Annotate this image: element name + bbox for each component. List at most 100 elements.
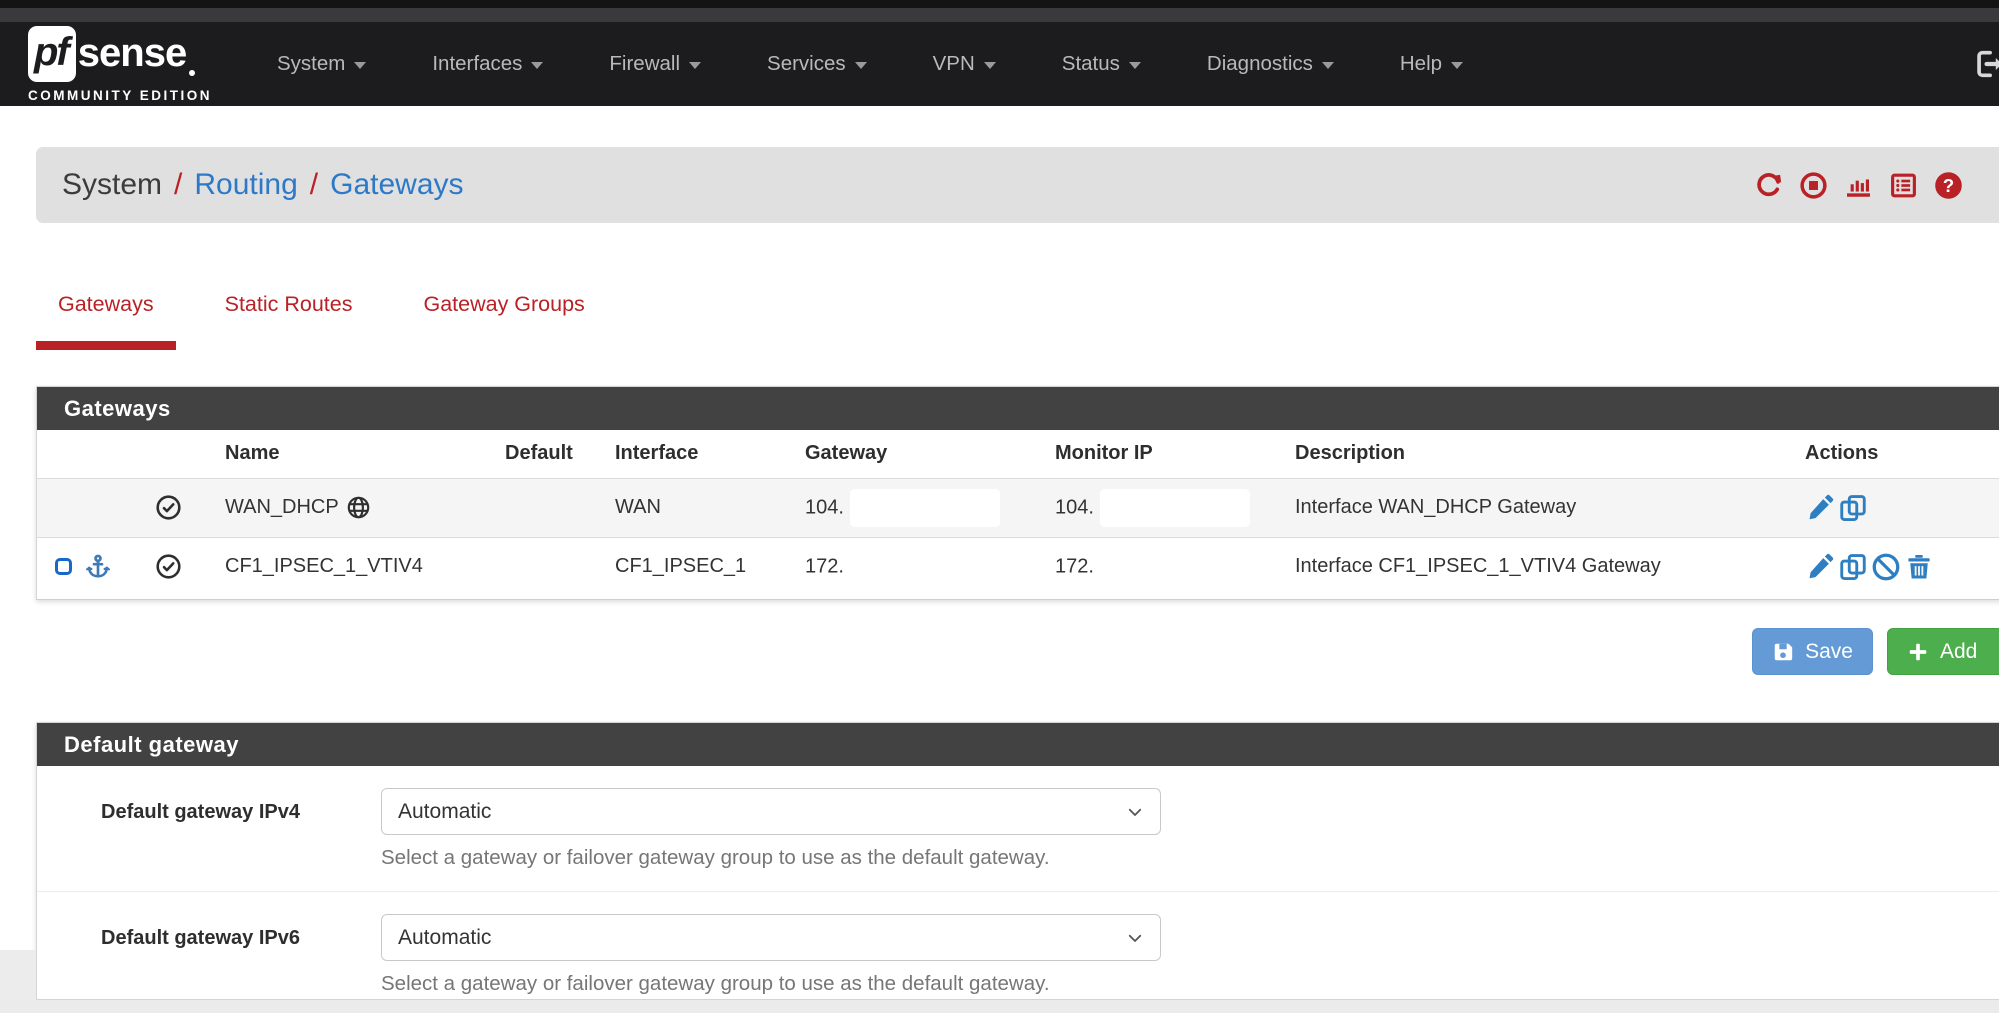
nav-item-diagnostics[interactable]: Diagnostics — [1174, 52, 1367, 76]
default-gateway-ipv4-help: Select a gateway or failover gateway gro… — [381, 846, 1161, 870]
gateway-ip: 172. — [805, 555, 844, 577]
check-circle-icon — [155, 494, 209, 521]
default-cell — [497, 478, 607, 537]
table-actions-row: Save Add — [1752, 628, 1999, 675]
tab-gateways[interactable]: Gateways — [36, 283, 176, 350]
monitor-ip: 172. — [1055, 555, 1094, 577]
square-outline-icon[interactable] — [55, 558, 72, 575]
nav-item-status[interactable]: Status — [1029, 52, 1174, 76]
chevron-down-icon — [1126, 929, 1144, 947]
nav-item-services[interactable]: Services — [734, 52, 900, 76]
redaction-box — [850, 548, 1000, 586]
redaction-box — [1100, 548, 1250, 586]
save-button[interactable]: Save — [1752, 628, 1873, 675]
default-gateway-ipv6-select[interactable]: Automatic — [381, 914, 1161, 961]
nav-item-firewall[interactable]: Firewall — [576, 52, 734, 76]
save-label: Save — [1805, 640, 1853, 664]
default-gateway-ipv6-label: Default gateway IPv6 — [101, 914, 381, 996]
default-gateway-panel-title: Default gateway — [37, 723, 1999, 766]
tab-gateway-groups[interactable]: Gateway Groups — [401, 283, 606, 350]
routing-tabs: Gateways Static Routes Gateway Groups — [36, 283, 634, 350]
pfsense-logo[interactable]: pf sense COMMUNITY EDITION — [28, 26, 224, 103]
nav-label: Firewall — [609, 52, 680, 76]
page-bottom-strip — [0, 1000, 1999, 1013]
stop-circle-icon[interactable] — [1799, 171, 1828, 200]
logo-edition: COMMUNITY EDITION — [28, 88, 224, 103]
nav-item-interfaces[interactable]: Interfaces — [399, 52, 576, 76]
name-cell: WAN_DHCP — [217, 478, 497, 537]
trash-icon[interactable] — [1904, 552, 1934, 582]
default-cell — [497, 537, 607, 596]
window-top-edge — [0, 0, 1999, 8]
gateway-cell: 172. — [797, 537, 1047, 596]
svg-text:?: ? — [1943, 175, 1954, 196]
col-description: Description — [1287, 430, 1797, 478]
copy-icon[interactable] — [1838, 493, 1868, 523]
add-button[interactable]: Add — [1887, 628, 1999, 675]
breadcrumb-separator: / — [174, 168, 182, 202]
col-gateway: Gateway — [797, 430, 1047, 478]
monitor-cell: 172. — [1047, 537, 1287, 596]
logo-sense: sense — [78, 31, 186, 76]
description-cell: Interface CF1_IPSEC_1_VTIV4 Gateway — [1287, 537, 1797, 596]
caret-down-icon — [855, 62, 867, 69]
redaction-box — [850, 489, 1000, 527]
edit-icon[interactable] — [1805, 493, 1835, 523]
col-row-icons — [37, 430, 147, 478]
monitor-ip: 104. — [1055, 496, 1094, 518]
caret-down-icon — [689, 62, 701, 69]
caret-down-icon — [354, 62, 366, 69]
plus-icon — [1907, 641, 1929, 663]
breadcrumb: System / Routing / Gateways — [62, 168, 464, 202]
ban-icon[interactable] — [1871, 552, 1901, 582]
nav-item-system[interactable]: System — [244, 52, 399, 76]
save-icon — [1772, 641, 1794, 663]
breadcrumb-separator: / — [310, 168, 318, 202]
interface-cell: CF1_IPSEC_1 — [607, 537, 797, 596]
status-cell — [147, 537, 217, 596]
nav-label: System — [277, 52, 345, 76]
row-icons-cell — [37, 478, 147, 537]
default-gateway-ipv4-label: Default gateway IPv4 — [101, 788, 381, 870]
breadcrumb-routing-link[interactable]: Routing — [194, 168, 297, 202]
add-label: Add — [1940, 640, 1977, 664]
table-header-row: Name Default Interface Gateway Monitor I… — [37, 430, 1999, 478]
edit-icon[interactable] — [1805, 552, 1835, 582]
table-row: WAN_DHCP WAN — [37, 478, 1999, 537]
col-status — [147, 430, 217, 478]
nav-label: Help — [1400, 52, 1442, 76]
selected-value: Automatic — [398, 926, 491, 950]
nav-item-vpn[interactable]: VPN — [900, 52, 1029, 76]
status-cell — [147, 478, 217, 537]
logo-pf: pf — [28, 26, 76, 82]
refresh-icon[interactable] — [1754, 171, 1783, 200]
form-group-ipv4: Default gateway IPv4 Automatic Select a … — [37, 766, 1999, 870]
caret-down-icon — [531, 62, 543, 69]
log-icon[interactable] — [1889, 171, 1918, 200]
interface-cell: WAN — [607, 478, 797, 537]
nav-label: VPN — [933, 52, 975, 76]
default-gateway-form: Default gateway IPv4 Automatic Select a … — [37, 766, 1999, 996]
tab-static-routes[interactable]: Static Routes — [203, 283, 375, 350]
nav-item-help[interactable]: Help — [1367, 52, 1496, 76]
sign-out-icon[interactable] — [1971, 47, 1999, 81]
chevron-down-icon — [1126, 803, 1144, 821]
bar-chart-icon[interactable] — [1844, 171, 1873, 200]
caret-down-icon — [984, 62, 996, 69]
copy-icon[interactable] — [1838, 552, 1868, 582]
caret-down-icon — [1322, 62, 1334, 69]
main-navbar: pf sense COMMUNITY EDITION System Interf… — [0, 22, 1999, 106]
anchor-icon — [84, 553, 112, 581]
default-gateway-ipv4-select[interactable]: Automatic — [381, 788, 1161, 835]
col-actions: Actions — [1797, 430, 1999, 478]
breadcrumb-gateways-link[interactable]: Gateways — [330, 168, 463, 202]
window-title-strip — [0, 8, 1999, 22]
help-circle-icon[interactable]: ? — [1934, 171, 1963, 200]
gateway-cell: 104. — [797, 478, 1047, 537]
default-gateway-ipv6-help: Select a gateway or failover gateway gro… — [381, 972, 1161, 996]
default-gateway-panel: Default gateway Default gateway IPv4 Aut… — [36, 722, 1999, 1000]
nav-label: Services — [767, 52, 846, 76]
check-circle-icon — [155, 553, 209, 580]
monitor-cell: 104. — [1047, 478, 1287, 537]
table-row: CF1_IPSEC_1_VTIV4 CF1_IPSEC_1 172. 172. … — [37, 537, 1999, 596]
